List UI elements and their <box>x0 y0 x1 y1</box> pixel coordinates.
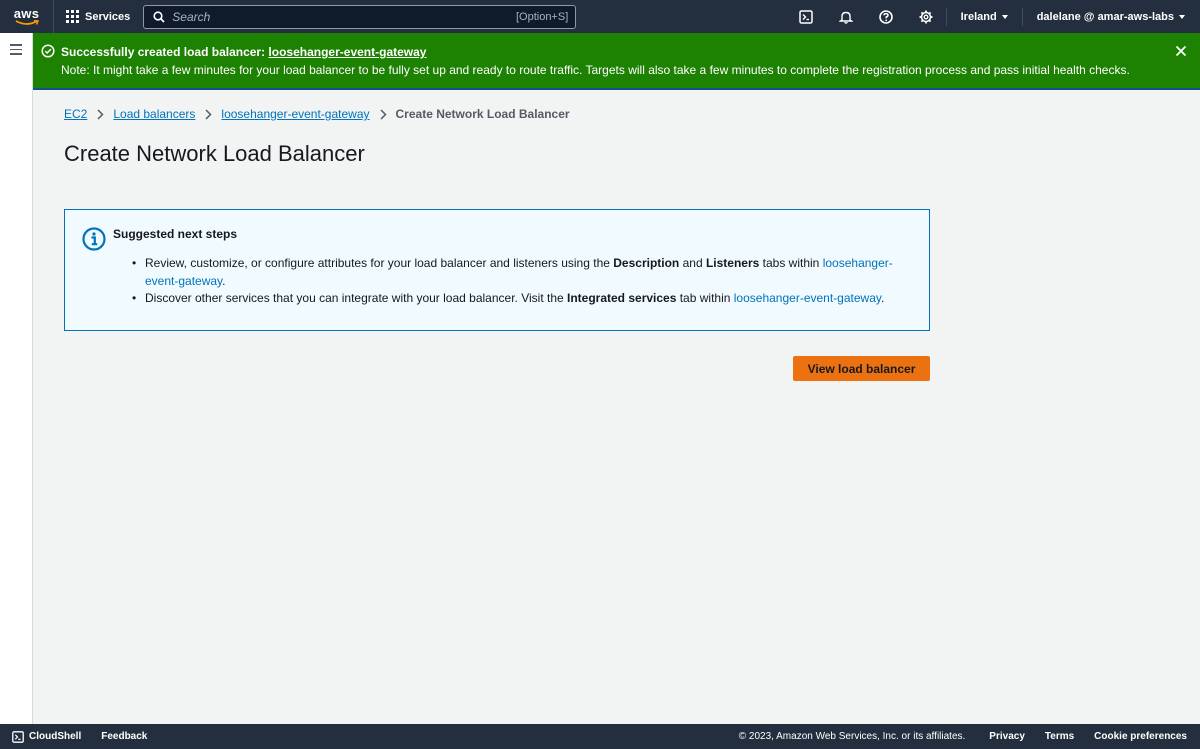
services-label: Services <box>85 10 131 23</box>
account-menu[interactable]: dalelane @ amar-aws-labs <box>1023 11 1200 23</box>
step2-text-f: . <box>880 291 885 305</box>
bell-icon <box>838 11 853 24</box>
settings-button[interactable] <box>906 0 946 33</box>
grid-icon <box>66 10 79 23</box>
step1-description: Description <box>613 256 680 270</box>
cloudshell-button[interactable] <box>786 0 826 33</box>
flash-title: Successfully created load balancer: loos… <box>61 45 426 59</box>
aws-logo[interactable]: aws <box>0 0 54 33</box>
help-icon <box>878 9 893 24</box>
breadcrumb-load-balancers[interactable]: Load balancers <box>113 107 195 121</box>
next-steps-list: Review, customize, or configure attribut… <box>130 255 905 308</box>
account-label: dalelane @ amar-aws-labs <box>1036 10 1174 23</box>
flash-note: Note: It might take a few minutes for yo… <box>61 63 1130 77</box>
step1-text-c: and <box>679 256 706 270</box>
breadcrumb-ec2[interactable]: EC2 <box>64 107 87 121</box>
region-label: Ireland <box>960 10 997 23</box>
step1-listeners: Listeners <box>705 256 760 270</box>
chevron-right-icon <box>97 108 104 120</box>
breadcrumb-current: Create Network Load Balancer <box>395 107 570 121</box>
menu-icon[interactable] <box>10 44 22 58</box>
success-flashbar: Successfully created load balancer: loos… <box>33 33 1200 90</box>
breadcrumb: EC2 Load balancers loosehanger-event-gat… <box>64 107 570 121</box>
close-icon[interactable] <box>1175 45 1187 57</box>
breadcrumb-load-balancer-name[interactable]: loosehanger-event-gateway <box>221 107 369 121</box>
alert-title: Suggested next steps <box>113 227 238 241</box>
feedback-link[interactable]: Feedback <box>101 731 147 742</box>
cloudshell-label: CloudShell <box>29 731 82 742</box>
success-check-icon <box>41 44 55 58</box>
chevron-right-icon <box>205 108 212 120</box>
notifications-button[interactable] <box>826 0 866 33</box>
search-icon <box>153 10 165 23</box>
caret-down-icon <box>1001 14 1008 19</box>
help-button[interactable] <box>866 0 906 33</box>
terms-link[interactable]: Terms <box>1045 731 1074 742</box>
privacy-link[interactable]: Privacy <box>989 731 1025 742</box>
search-placeholder: Search <box>172 9 211 24</box>
services-menu-button[interactable]: Services <box>54 0 143 33</box>
copyright-text: © 2023, Amazon Web Services, Inc. or its… <box>738 731 966 742</box>
region-selector[interactable]: Ireland <box>947 11 1022 23</box>
side-navigation-rail <box>0 33 33 724</box>
step2-text-a: Discover other services that you can int… <box>145 291 567 305</box>
step2-text-c: tab within <box>676 291 734 305</box>
list-item: Discover other services that you can int… <box>130 290 905 308</box>
page-title: Create Network Load Balancer <box>64 141 365 166</box>
suggested-next-steps-alert: Suggested next steps Review, customize, … <box>64 209 930 331</box>
flash-title-prefix: Successfully created load balancer: <box>61 45 269 59</box>
step1-text-a: Review, customize, or configure attribut… <box>145 256 614 270</box>
aws-logo-text: aws <box>13 5 40 21</box>
caret-down-icon <box>1179 14 1185 19</box>
terminal-icon <box>798 9 813 24</box>
view-load-balancer-button[interactable]: View load balancer <box>793 356 930 381</box>
step2-integrated-services: Integrated services <box>567 291 677 305</box>
terminal-icon <box>12 730 24 743</box>
search-input[interactable]: Search [Option+S] <box>143 4 577 29</box>
list-item: Review, customize, or configure attribut… <box>130 255 905 290</box>
step1-text-f: . <box>222 273 226 288</box>
cookie-preferences-link[interactable]: Cookie preferences <box>1094 731 1187 742</box>
flash-load-balancer-link[interactable]: loosehanger-event-gateway <box>268 45 426 59</box>
gear-icon <box>919 10 933 23</box>
cloudshell-footer-button[interactable]: CloudShell <box>12 730 82 743</box>
step1-text-e: tabs within <box>759 256 823 270</box>
step2-load-balancer-link[interactable]: loosehanger-event-gateway <box>734 291 881 305</box>
chevron-right-icon <box>379 108 387 120</box>
aws-smile-icon <box>15 19 39 25</box>
footer: CloudShell Feedback © 2023, Amazon Web S… <box>0 724 1200 749</box>
search-shortcut: [Option+S] <box>515 10 569 23</box>
top-navigation: aws Services Search [Option+S] Ireland d… <box>0 0 1200 33</box>
info-icon <box>82 227 106 251</box>
